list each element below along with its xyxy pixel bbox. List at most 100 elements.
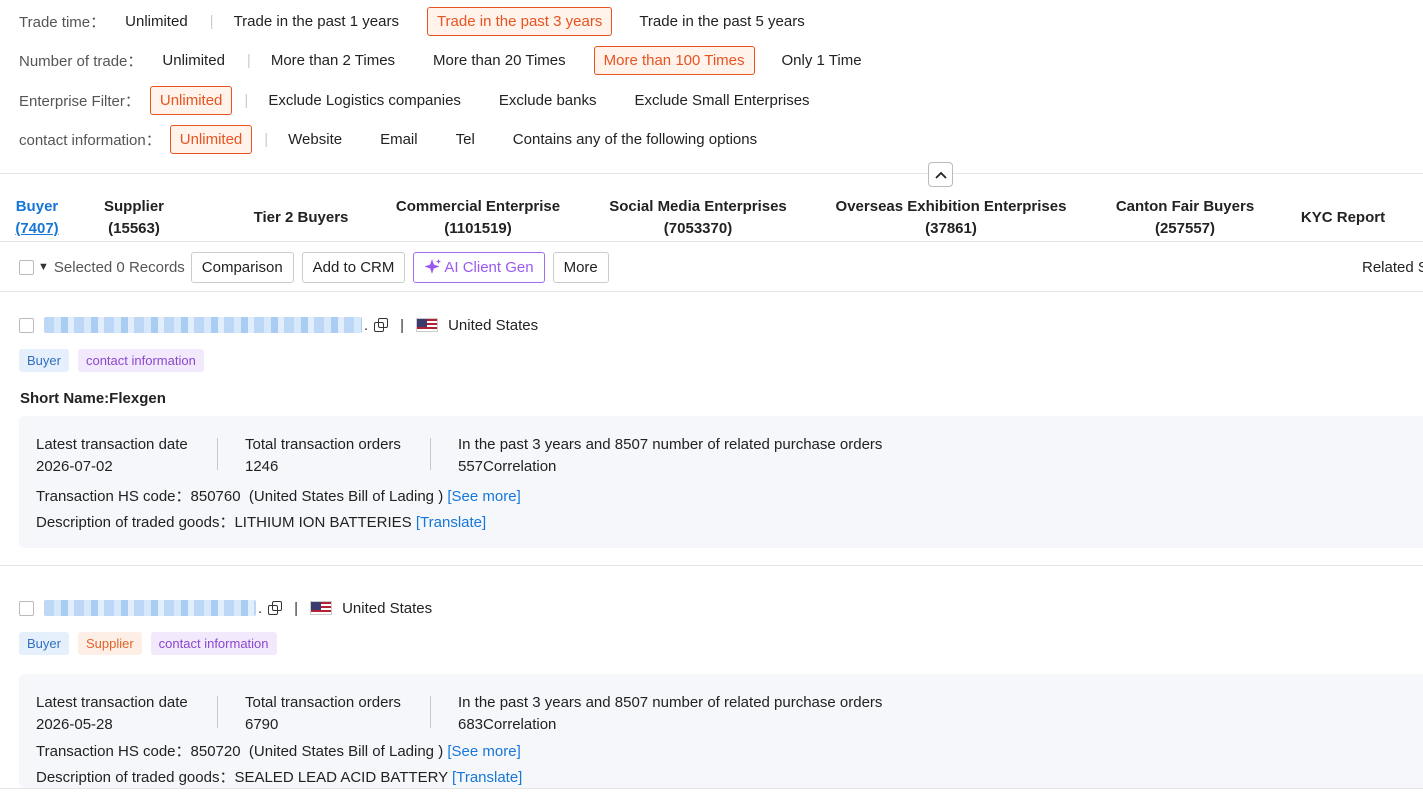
related-orders: In the past 3 years and 8507 number of r…: [458, 692, 882, 736]
filter-option-unlimited[interactable]: Unlimited: [115, 7, 198, 36]
translate-link[interactable]: [Translate]: [452, 769, 522, 786]
tab-kyc-report[interactable]: KYC Report: [1301, 207, 1385, 229]
hs-code: 850720: [190, 743, 241, 760]
short-name: Short Name:Flexgen: [20, 390, 166, 407]
tab-count: (37861): [925, 220, 977, 237]
company-name-ellipsis: .: [364, 316, 369, 334]
company-name-blurred[interactable]: [44, 317, 362, 333]
tab-overseas-exhibition[interactable]: Overseas Exhibition Enterprises (37861): [836, 196, 1067, 240]
hs-code-line: Transaction HS code：850720 (United State…: [36, 740, 521, 761]
tab-count: (15563): [108, 220, 160, 237]
hs-source: (United States Bill of Lading ): [248, 743, 444, 760]
latest-transaction: Latest transaction date 2026-07-02: [36, 434, 188, 478]
ai-client-gen-label: AI Client Gen: [444, 258, 534, 276]
goods-line: Description of traded goods：LITHIUM ION …: [36, 511, 486, 532]
hs-source: (United States Bill of Lading ): [248, 488, 444, 505]
tag-contact-information: contact information: [150, 632, 277, 655]
filter-option-more-than-100[interactable]: More than 100 Times: [593, 45, 755, 75]
tab-count: (1101519): [444, 220, 512, 237]
comparison-button[interactable]: Comparison: [190, 251, 294, 283]
goods-description: LITHIUM ION BATTERIES: [234, 514, 412, 531]
company-name-ellipsis: .: [258, 599, 263, 617]
add-to-crm-button[interactable]: Add to CRM: [301, 251, 406, 283]
tab-canton-fair-buyers[interactable]: Canton Fair Buyers (257557): [1116, 196, 1254, 240]
record-tags: Buyer contact information: [19, 349, 213, 372]
divider: |: [294, 599, 299, 617]
tab-label: Buyer: [15, 198, 59, 215]
tab-social-media-enterprises[interactable]: Social Media Enterprises (7053370): [609, 196, 787, 240]
filter-option-5-years[interactable]: Trade in the past 5 years: [629, 7, 814, 36]
tab-commercial-enterprise[interactable]: Commercial Enterprise (1101519): [396, 196, 560, 240]
filter-option-unlimited[interactable]: Unlimited: [169, 124, 253, 154]
stat-label: Latest transaction date: [36, 694, 188, 711]
more-button[interactable]: More: [552, 251, 609, 283]
collapse-filters-button[interactable]: [928, 162, 953, 187]
tab-label: Social Media Enterprises: [609, 198, 787, 215]
tab-tier-2-buyers[interactable]: Tier 2 Buyers: [254, 207, 349, 229]
total-orders: Total transaction orders 6790: [245, 692, 401, 736]
goods-line: Description of traded goods：SEALED LEAD …: [36, 766, 522, 787]
divider: |: [244, 91, 249, 109]
related-shipments-link[interactable]: Related Shi: [1362, 259, 1423, 276]
see-more-link[interactable]: [See more]: [447, 743, 520, 760]
tag-contact-information: contact information: [77, 349, 204, 372]
divider: [217, 696, 218, 728]
filter-label: contact information：: [19, 131, 161, 149]
filter-option-exclude-logistics[interactable]: Exclude Logistics companies: [258, 86, 471, 115]
country-name: United States: [448, 316, 539, 334]
record-tags: Buyer Supplier contact information: [19, 632, 286, 655]
filter-label: Enterprise Filter：: [19, 92, 140, 110]
divider: [0, 173, 1423, 174]
filter-option-unlimited[interactable]: Unlimited: [152, 46, 235, 75]
filter-option-contains-any[interactable]: Contains any of the following options: [503, 125, 767, 154]
filter-option-1-year[interactable]: Trade in the past 1 years: [224, 7, 409, 36]
hs-label: Transaction HS code：: [36, 488, 191, 505]
translate-link[interactable]: [Translate]: [416, 514, 486, 531]
us-flag-icon: [310, 601, 333, 615]
tag-supplier: Supplier: [77, 632, 142, 655]
goods-label: Description of traded goods：: [36, 514, 235, 531]
filter-option-email[interactable]: Email: [370, 125, 428, 154]
select-all-checkbox[interactable]: [19, 259, 34, 275]
ai-client-gen-button[interactable]: AI Client Gen: [413, 251, 545, 283]
filter-option-more-than-20[interactable]: More than 20 Times: [423, 46, 576, 75]
stat-label: Total transaction orders: [245, 436, 401, 453]
filter-row-enterprise: Enterprise Filter： Unlimited | Exclude L…: [19, 85, 830, 115]
filter-option-3-years[interactable]: Trade in the past 3 years: [426, 6, 613, 36]
filter-row-contact: contact information： Unlimited | Website…: [19, 124, 777, 154]
stat-value: 6790: [245, 716, 279, 733]
record-stats-panel: Latest transaction date 2026-07-02 Total …: [19, 416, 1423, 548]
goods-label: Description of traded goods：: [36, 769, 235, 786]
record-stats-panel: Latest transaction date 2026-05-28 Total …: [19, 674, 1423, 788]
chevron-down-icon[interactable]: ▼: [38, 261, 49, 273]
filter-option-exclude-small[interactable]: Exclude Small Enterprises: [624, 86, 819, 115]
filter-option-unlimited[interactable]: Unlimited: [149, 85, 233, 115]
tab-count: (7407): [15, 220, 59, 237]
tab-buyer[interactable]: Buyer (7407): [15, 196, 58, 240]
latest-transaction: Latest transaction date 2026-05-28: [36, 692, 188, 736]
selected-count: Selected 0 Records: [53, 258, 185, 276]
filter-option-tel[interactable]: Tel: [446, 125, 485, 154]
stat-value: 683Correlation: [458, 716, 557, 733]
filter-option-website[interactable]: Website: [278, 125, 352, 154]
tab-label: Commercial Enterprise: [395, 198, 561, 215]
stat-label: In the past 3 years and 8507 number of r…: [458, 694, 883, 711]
filter-option-only-1[interactable]: Only 1 Time: [772, 46, 872, 75]
stat-value: 1246: [245, 458, 279, 475]
divider: |: [246, 51, 251, 69]
copy-icon[interactable]: [268, 601, 283, 615]
tab-supplier[interactable]: Supplier (15563): [104, 196, 164, 240]
divider: [0, 788, 1423, 789]
company-name-blurred[interactable]: [44, 600, 256, 616]
filter-option-more-than-2[interactable]: More than 2 Times: [261, 46, 405, 75]
toolbar: ▼ Selected 0 Records Comparison Add to C…: [19, 251, 1423, 283]
filter-option-exclude-banks[interactable]: Exclude banks: [489, 86, 607, 115]
record-checkbox[interactable]: [19, 600, 34, 616]
stat-label: Latest transaction date: [36, 436, 188, 453]
copy-icon[interactable]: [374, 318, 389, 332]
filter-row-trade-time: Trade time： Unlimited | Trade in the pas…: [19, 6, 825, 36]
related-orders: In the past 3 years and 8507 number of r…: [458, 434, 882, 478]
record-header: . | United States: [19, 315, 538, 335]
see-more-link[interactable]: [See more]: [447, 488, 520, 505]
record-checkbox[interactable]: [19, 317, 34, 333]
